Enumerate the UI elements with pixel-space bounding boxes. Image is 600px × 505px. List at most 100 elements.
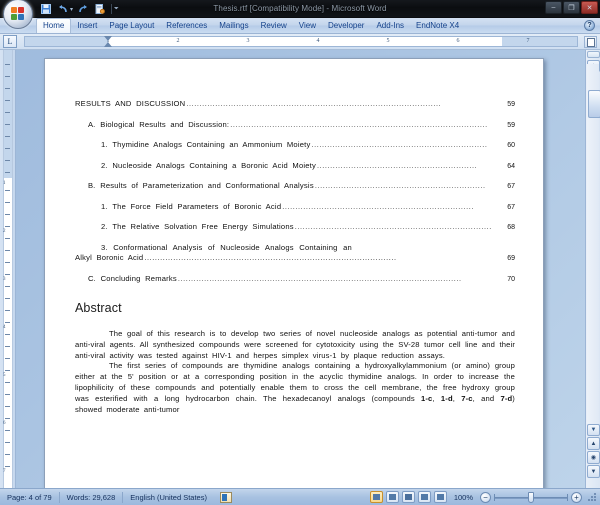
abstract-paragraph-2: The first series of compounds are thymid…	[75, 361, 515, 415]
vruler-number-3: 3	[3, 277, 6, 282]
tab-view[interactable]: View	[293, 19, 322, 33]
vertical-scrollbar[interactable]: ▲ ▼ ▲ ◉ ▼	[585, 50, 600, 488]
toc-entry[interactable]: RESULTS AND DISCUSSION .................…	[75, 99, 515, 110]
ruler-number-2: 2	[176, 38, 180, 44]
toc-entry[interactable]: 3. Conformational Analysis of Nucleoside…	[75, 243, 515, 265]
draft-view-button[interactable]	[433, 491, 447, 503]
office-logo-icon	[10, 6, 26, 22]
toc-leader-dots: ........................................…	[282, 201, 475, 211]
office-button[interactable]	[3, 0, 33, 29]
tab-page-layout[interactable]: Page Layout	[103, 19, 160, 33]
window-controls: – ❐ ✕	[545, 1, 598, 14]
toc-entry[interactable]: 2. Nucleoside Analogs Containing a Boron…	[75, 161, 515, 172]
proofing-errors-icon[interactable]	[219, 491, 232, 503]
vruler-number-6: 6	[3, 421, 6, 426]
word-count-indicator[interactable]: Words: 29,628	[60, 490, 123, 505]
tab-mailings[interactable]: Mailings	[213, 19, 254, 33]
toc-page-number: 59	[507, 121, 515, 129]
next-page-button[interactable]: ▼	[587, 465, 600, 478]
compound-label-7d: 7-d	[500, 393, 513, 403]
maximize-button[interactable]: ❐	[563, 1, 580, 14]
compound-label-7c: 7-c	[461, 393, 473, 403]
document-page[interactable]: RESULTS AND DISCUSSION .................…	[44, 58, 544, 488]
view-ruler-toggle-icon[interactable]	[584, 36, 597, 48]
ruler-number-3: 3	[246, 38, 250, 44]
vruler-margin-top	[3, 50, 13, 178]
abstract-paragraph-1: The goal of this research is to develop …	[75, 329, 515, 360]
zoom-slider-handle[interactable]	[528, 491, 534, 503]
minimize-button[interactable]: –	[545, 1, 562, 14]
document-canvas[interactable]: RESULTS AND DISCUSSION .................…	[16, 50, 585, 488]
toc-entry[interactable]: B. Results of Parameterization and Confo…	[75, 181, 515, 192]
toc-entry-text: Conformational Analysis of Nucleoside An…	[113, 242, 352, 252]
toc-page-number: 70	[507, 276, 515, 283]
outline-view-button[interactable]	[417, 491, 431, 503]
compound-separator-3: , and	[472, 393, 501, 403]
scrollbar-thumb[interactable]	[588, 90, 600, 118]
hanging-indent-marker[interactable]	[104, 42, 112, 47]
vertical-ruler[interactable]: 1 2 3 4 5 6 7	[0, 50, 16, 488]
scrollbar-track[interactable]	[587, 64, 600, 436]
previous-page-button[interactable]: ▲	[587, 437, 600, 450]
vruler-number-5: 5	[3, 373, 6, 378]
close-button[interactable]: ✕	[581, 1, 598, 14]
tab-review[interactable]: Review	[255, 19, 293, 33]
toc-entry-text: Results of Parameterization and Conforma…	[100, 181, 314, 190]
toc-entry-text-cont: Alkyl Boronic Acid	[75, 253, 144, 262]
toc-entry-marker: 2.	[101, 222, 108, 231]
toc-entry[interactable]: C. Concluding Remarks ..................…	[75, 274, 515, 285]
toc-leader-dots: ........................................…	[317, 160, 478, 170]
toc-entry-marker: A.	[88, 119, 96, 129]
zoom-slider[interactable]	[494, 491, 568, 503]
toc-leader-dots: ........................................…	[186, 99, 442, 108]
status-bar-right: 100% − +	[369, 489, 596, 505]
tab-references[interactable]: References	[160, 19, 213, 33]
toc-page-number: 69	[507, 255, 515, 262]
vruler-number-7: 7	[3, 469, 6, 474]
tab-developer[interactable]: Developer	[322, 19, 370, 33]
toc-entry-marker: 3.	[101, 242, 108, 252]
zoom-percentage[interactable]: 100%	[450, 493, 477, 502]
status-bar: Page: 4 of 79 Words: 29,628 English (Uni…	[0, 488, 600, 505]
select-browse-object-button[interactable]: ◉	[587, 451, 600, 464]
print-layout-view-button[interactable]	[369, 491, 383, 503]
resize-grip[interactable]	[587, 492, 596, 502]
full-screen-reading-view-button[interactable]	[385, 491, 399, 503]
tab-home[interactable]: Home	[36, 18, 72, 33]
abstract-heading: Abstract	[75, 301, 122, 315]
document-work-area: 1 2 3 4 5 6 7 RESULTS AND DISCUSSION ...…	[0, 50, 600, 488]
page-indicator[interactable]: Page: 4 of 79	[0, 490, 59, 505]
compound-label-1d: 1-d	[440, 393, 453, 403]
toc-entry-marker: 1.	[101, 201, 108, 211]
toc-entry[interactable]: 1. The Force Field Parameters of Boronic…	[75, 202, 515, 213]
toc-leader-dots: ........................................…	[177, 274, 462, 283]
ribbon-tab-bar: Home Insert Page Layout References Maili…	[0, 18, 600, 34]
toc-page-number: 67	[507, 203, 515, 211]
toc-entry-text: Nucleoside Analogs Containing a Boronic …	[112, 160, 316, 170]
toc-entry[interactable]: 2. The Relative Solvation Free Energy Si…	[75, 222, 515, 233]
vruler-number-2: 2	[3, 229, 6, 234]
web-layout-view-button[interactable]	[401, 491, 415, 503]
toc-entry[interactable]: 1. Thymidine Analogs Containing an Ammon…	[75, 140, 515, 151]
compound-label-1c: 1-c	[421, 393, 433, 403]
toc-leader-dots: ........................................…	[294, 222, 492, 231]
toc-entry-line-2: Alkyl Boronic Acid .....................…	[75, 253, 515, 265]
toc-entry-text: Biological Results and Discussion:	[100, 119, 230, 129]
toc-entry-marker: C.	[88, 274, 96, 283]
zoom-out-button[interactable]: −	[480, 491, 491, 503]
horizontal-ruler[interactable]: 1 2 3 4 5 6 7	[24, 36, 578, 47]
tab-insert[interactable]: Insert	[71, 19, 103, 33]
toc-entry[interactable]: A. Biological Results and Discussion: ..…	[75, 120, 515, 131]
toc-entry-marker: 2.	[101, 160, 108, 170]
scroll-down-button[interactable]: ▼	[587, 424, 600, 436]
language-indicator[interactable]: English (United States)	[123, 490, 214, 505]
tab-endnote-x4[interactable]: EndNote X4	[410, 19, 465, 33]
split-window-handle[interactable]	[587, 51, 600, 58]
first-line-indent-marker[interactable]	[104, 36, 112, 41]
help-icon[interactable]: ?	[584, 20, 595, 31]
toc-entry-text: Thymidine Analogs Containing an Ammonium…	[112, 140, 311, 149]
tab-stop-selector[interactable]: L	[3, 35, 17, 48]
ruler-number-7: 7	[526, 38, 530, 44]
zoom-in-button[interactable]: +	[571, 491, 582, 503]
tab-add-ins[interactable]: Add-Ins	[370, 19, 410, 33]
